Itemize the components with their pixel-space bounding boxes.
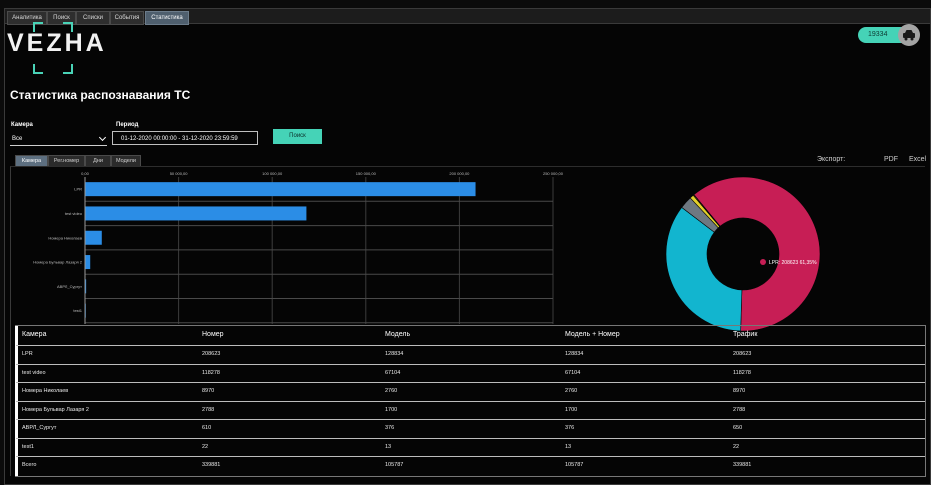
category-label: test1 bbox=[73, 308, 82, 313]
donut-slice bbox=[665, 206, 743, 332]
table-cell: 610 bbox=[202, 425, 212, 431]
table-cell: 208623 bbox=[202, 351, 221, 357]
header-model-number: Модель + Номер bbox=[565, 331, 620, 338]
bar bbox=[85, 206, 307, 221]
table-cell: АВРЛ_Сургут bbox=[22, 425, 57, 431]
table-cell: LPR bbox=[22, 351, 33, 357]
table-cell: 2788 bbox=[202, 406, 215, 413]
donut-callout: LPR: 208623 61,35% bbox=[769, 260, 817, 266]
table-cell: 376 bbox=[565, 425, 575, 431]
category-label: LPR bbox=[74, 187, 82, 192]
header-number: Номер bbox=[202, 331, 224, 338]
table-cell: 1700 bbox=[565, 406, 578, 413]
table-cell: 118278 bbox=[202, 369, 220, 376]
table-cell: test video bbox=[22, 369, 46, 376]
table-cell: 2760 bbox=[385, 388, 398, 394]
header-camera: Камера bbox=[22, 331, 47, 338]
tick-label: 0,00 bbox=[81, 171, 90, 176]
table-cell: Номера Николаев bbox=[22, 388, 69, 394]
table-row[interactable]: Всего 339881 105787 105787 339881 bbox=[16, 456, 925, 475]
table-cell: 67104 bbox=[565, 369, 581, 376]
table-cell: 376 bbox=[385, 425, 395, 431]
tick-label: 50 000,00 bbox=[170, 171, 189, 176]
tick-label: 150 000,00 bbox=[356, 171, 377, 176]
table-row[interactable]: Номера Бульвар Лазаря 2 2788 1700 1700 2788 bbox=[16, 400, 925, 420]
table-cell: 8970 bbox=[202, 388, 215, 394]
bar bbox=[85, 182, 476, 197]
table-cell: 13 bbox=[565, 443, 572, 450]
table-cell: 8970 bbox=[733, 388, 746, 394]
table-row[interactable]: test1 22 13 13 22 bbox=[16, 437, 925, 457]
bar bbox=[85, 255, 91, 270]
header-traffic: Трафик bbox=[733, 331, 758, 338]
category-label: АВРЛ_Сургут bbox=[57, 284, 82, 289]
table-cell: Всего bbox=[22, 462, 37, 468]
callout-dot bbox=[760, 259, 766, 265]
category-label: test video bbox=[65, 211, 83, 216]
table-cell: 118278 bbox=[733, 369, 751, 376]
table-cell: 67104 bbox=[385, 369, 401, 376]
table-cell: 2760 bbox=[565, 388, 578, 394]
table-cell: 105787 bbox=[385, 462, 404, 468]
bar bbox=[85, 230, 102, 245]
header-model: Модель bbox=[385, 331, 411, 338]
table-cell: 22 bbox=[733, 443, 740, 450]
tick-label: 250 000,00 bbox=[543, 171, 564, 176]
table-cell: 1700 bbox=[385, 406, 398, 413]
table-cell: 13 bbox=[385, 443, 392, 450]
tick-label: 200 000,00 bbox=[449, 171, 470, 176]
table-cell: 2788 bbox=[733, 406, 746, 413]
table-row[interactable]: LPR 208623 128834 128834 208623 bbox=[16, 345, 925, 364]
table-cell: 128834 bbox=[385, 351, 404, 357]
table-row[interactable]: Номера Николаев 8970 2760 2760 8970 bbox=[16, 382, 925, 401]
table-cell: 339881 bbox=[202, 462, 221, 468]
table-cell: Номера Бульвар Лазаря 2 bbox=[22, 406, 89, 413]
table-cell: 22 bbox=[202, 443, 209, 450]
table-cell: 105787 bbox=[565, 462, 584, 468]
table-row[interactable]: test video 118278 67104 67104 118278 bbox=[16, 363, 925, 383]
stats-table: Камера Номер Модель Модель + Номер Трафи… bbox=[15, 325, 926, 477]
table-row[interactable]: АВРЛ_Сургут 610 376 376 650 bbox=[16, 419, 925, 438]
table-cell: 650 bbox=[733, 425, 743, 431]
table-cell: 339881 bbox=[733, 462, 752, 468]
table-cell: test1 bbox=[22, 443, 34, 450]
table-cell: 208623 bbox=[733, 351, 752, 357]
tick-label: 100 000,00 bbox=[262, 171, 283, 176]
category-label: Номера Бульвар Лазаря 2 bbox=[33, 260, 82, 265]
category-label: Номера Николаев bbox=[48, 235, 82, 240]
table-cell: 128834 bbox=[565, 351, 584, 357]
